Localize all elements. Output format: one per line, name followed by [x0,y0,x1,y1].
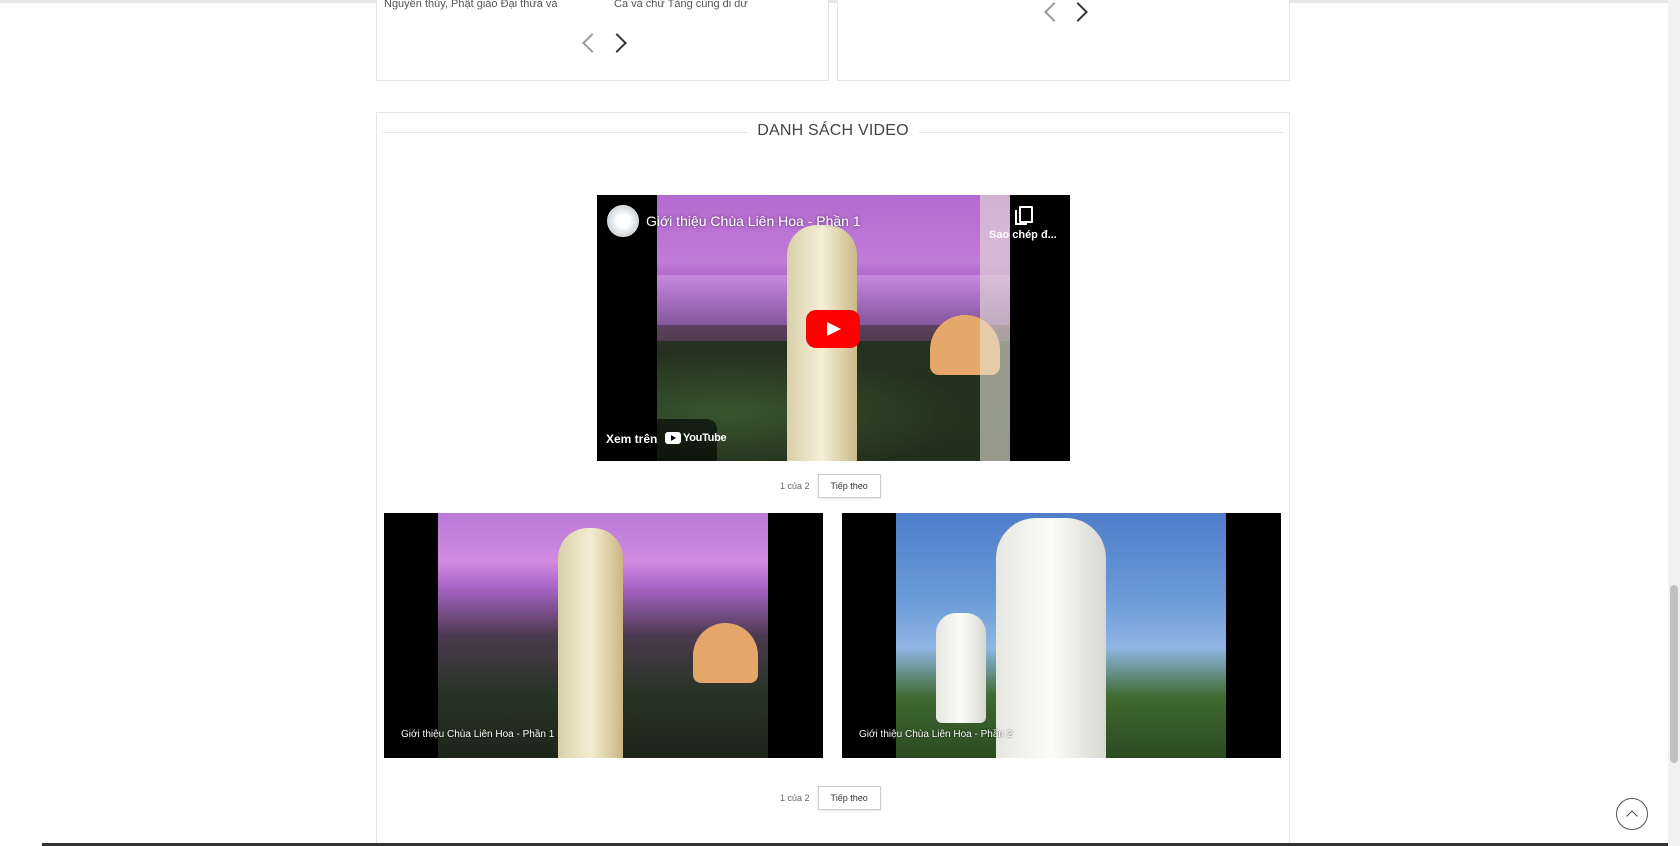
play-icon[interactable] [806,310,860,348]
top-divider [0,0,1668,3]
section-title: DANH SÁCH VIDEO [377,122,1289,140]
carousel-item-excerpt[interactable]: Nguyên thủy, Phật giáo Đại thừa và [384,0,558,10]
page: Nguyên thủy, Phật giáo Đại thừa và Ca và… [0,0,1680,846]
page-indicator: 1 của 2 [780,481,810,491]
chevron-right-icon[interactable] [1068,2,1088,22]
video-thumbnail[interactable]: Giới thiệu Chùa Liên Hoa - Phần 1 [384,513,823,758]
section-title-text: DANH SÁCH VIDEO [747,122,919,139]
thumbnail-caption: Giới thiệu Chùa Liên Hoa - Phần 1 [401,729,555,740]
carousel-item-excerpt[interactable]: Ca và chư Tăng cùng đi dư [614,0,748,10]
youtube-logo-text: YouTube [683,432,727,444]
channel-avatar[interactable] [607,205,639,237]
youtube-logo: YouTube [665,432,727,444]
copy-icon[interactable] [1015,206,1033,225]
youtube-logo-icon [665,432,681,444]
video-list-section: DANH SÁCH VIDEO Giới thiệu Chùa Liên Hoa… [376,112,1290,846]
watch-on-youtube[interactable]: Xem trên YouTube [597,419,727,461]
page-indicator: 1 của 2 [780,793,810,803]
thumbnail-caption: Giới thiệu Chùa Liên Hoa - Phần 2 [859,729,1013,740]
video-title[interactable]: Giới thiệu Chùa Liên Hoa - Phần 1 [646,213,861,229]
pager-bottom: 1 của 2 Tiếp theo [780,786,881,810]
copy-link-label[interactable]: Sao chép đ... [989,229,1057,241]
news-carousel-left: Nguyên thủy, Phật giáo Đại thừa và Ca và… [376,0,829,81]
pager-top: 1 của 2 Tiếp theo [780,474,881,498]
chevron-left-icon[interactable] [582,33,602,53]
next-page-button[interactable]: Tiếp theo [817,786,881,810]
chevron-right-icon[interactable] [607,33,627,53]
news-carousel-right [837,0,1290,81]
chevron-left-icon[interactable] [1044,2,1064,22]
watch-on-label: Xem trên [606,432,658,446]
youtube-player[interactable]: Giới thiệu Chùa Liên Hoa - Phần 1 Sao ch… [597,195,1070,461]
scrollbar[interactable] [1668,0,1680,846]
scrollbar-thumb[interactable] [1670,585,1678,763]
video-thumbnail[interactable]: Giới thiệu Chùa Liên Hoa - Phần 2 [842,513,1281,758]
chevron-up-icon[interactable] [1616,798,1648,830]
next-page-button[interactable]: Tiếp theo [817,474,881,498]
